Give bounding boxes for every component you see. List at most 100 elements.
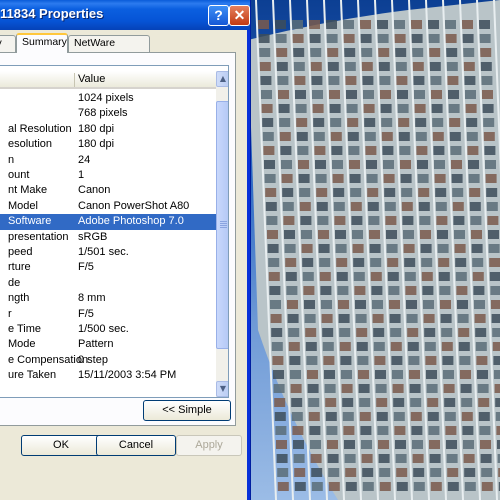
column-header-value[interactable]: Value <box>78 73 105 85</box>
property-value: Canon PowerShot A80 <box>78 199 190 212</box>
facade-window <box>478 398 490 407</box>
list-row[interactable]: 768 pixels <box>0 106 216 122</box>
apply-button[interactable]: Apply <box>176 435 242 456</box>
facade-window <box>275 426 287 435</box>
facade-window <box>446 440 457 449</box>
facade-window <box>276 440 287 449</box>
help-icon[interactable]: ? <box>208 5 229 26</box>
list-row[interactable]: Mode Pattern <box>0 337 216 353</box>
list-row[interactable]: esolution 180 dpi <box>0 137 216 153</box>
title-bar[interactable]: 11834 Properties ? ✕ <box>0 0 250 30</box>
facade-window <box>378 48 390 57</box>
list-row[interactable]: e Time 1/500 sec. <box>0 322 216 338</box>
property-name: n <box>8 153 15 166</box>
list-row[interactable]: n 24 <box>0 153 216 169</box>
facade-window <box>411 20 422 29</box>
facade-window <box>400 160 411 169</box>
facade-window <box>377 426 389 435</box>
list-row[interactable]: al Resolution 180 dpi <box>0 122 216 138</box>
facade-window <box>333 188 345 197</box>
facade-window <box>264 160 275 169</box>
arrow-up-icon[interactable]: ▲ <box>216 71 228 87</box>
list-row[interactable]: peed 1/501 sec. <box>0 245 216 261</box>
tab-family[interactable]: nily <box>0 35 16 52</box>
ok-button[interactable]: OK <box>21 435 101 456</box>
facade-window <box>315 174 327 183</box>
list-row[interactable]: rture F/5 <box>0 260 216 276</box>
facade-window <box>355 300 366 309</box>
close-icon[interactable]: ✕ <box>229 5 250 26</box>
facade-window <box>488 230 499 239</box>
facade-window <box>381 132 393 141</box>
facade-window <box>311 482 323 491</box>
simple-button[interactable]: << Simple <box>143 400 231 421</box>
facade-window <box>271 342 283 351</box>
facade-window <box>357 356 369 365</box>
facade-window <box>289 356 301 365</box>
list-row[interactable]: ure Taken 15/11/2003 3:54 PM <box>0 368 216 384</box>
list-row[interactable]: 1024 pixels <box>0 91 216 107</box>
tab-summary[interactable]: Summary <box>16 33 68 53</box>
facade-window <box>395 48 407 57</box>
facade-window <box>395 440 406 449</box>
facade-window <box>280 146 292 155</box>
property-value: Canon <box>78 184 111 197</box>
cancel-button[interactable]: Cancel <box>96 435 176 456</box>
facade-window <box>429 454 441 463</box>
facade-window <box>371 286 383 295</box>
facade-window <box>448 104 460 113</box>
facade-window <box>446 454 458 463</box>
facade-window <box>484 146 496 155</box>
list-row[interactable]: presentation sRGB <box>0 230 216 246</box>
facade-window <box>307 384 319 393</box>
property-value: 768 pixels <box>78 107 128 120</box>
facade-window <box>389 300 400 309</box>
facade-window <box>429 62 441 71</box>
facade-window <box>302 272 314 281</box>
facade-window <box>474 314 486 323</box>
facade-window <box>320 286 332 295</box>
facade-window <box>350 188 362 197</box>
facade-window <box>418 188 430 197</box>
facade-window <box>344 440 355 449</box>
scrollbar-thumb[interactable] <box>216 101 228 349</box>
facade-window <box>285 258 297 267</box>
column-divider[interactable] <box>74 73 75 87</box>
list-row[interactable]: r F/5 <box>0 307 216 323</box>
facade-window <box>387 258 399 267</box>
window-title: 11834 Properties <box>0 6 104 21</box>
facade-window <box>397 90 408 99</box>
property-name: e Compensation <box>8 353 89 366</box>
list-row[interactable]: Software Adobe Photoshop 7.0 <box>0 214 216 231</box>
facade-window <box>447 482 459 491</box>
facade-window <box>356 342 368 351</box>
facade-window <box>474 300 485 309</box>
facade-window <box>494 370 500 379</box>
facade-window <box>377 20 388 29</box>
facade-window <box>293 48 305 57</box>
list-row[interactable]: ngth 8 mm <box>0 291 216 307</box>
properties-list[interactable]: Value 1024 pixels 768 pixels al Resolution… <box>0 65 229 398</box>
list-row[interactable]: nt Make Canon <box>0 183 216 199</box>
facade-window <box>390 328 402 337</box>
arrow-down-icon[interactable]: ▼ <box>216 381 228 397</box>
facade-window <box>284 230 295 239</box>
vertical-scrollbar[interactable]: ▲ ▼ <box>216 71 228 397</box>
property-value: 180 dpi <box>78 138 115 151</box>
facade-window <box>310 440 321 449</box>
facade-window <box>437 230 448 239</box>
list-row[interactable]: e Compensation 0 step <box>0 353 216 369</box>
list-row[interactable]: ount 1 <box>0 168 216 184</box>
facade-window <box>328 482 340 491</box>
facade-window <box>277 468 289 477</box>
facade-window <box>319 272 331 281</box>
facade-window <box>340 356 352 365</box>
facade-window <box>457 314 469 323</box>
facade-window <box>328 468 340 477</box>
facade-window <box>291 412 303 421</box>
list-row[interactable]: Model Canon PowerShot A80 <box>0 199 216 215</box>
facade-window <box>460 370 471 379</box>
tab-netware-version[interactable]: NetWare Version <box>68 35 150 64</box>
list-row[interactable]: de <box>0 276 216 292</box>
facade-window <box>335 244 347 253</box>
